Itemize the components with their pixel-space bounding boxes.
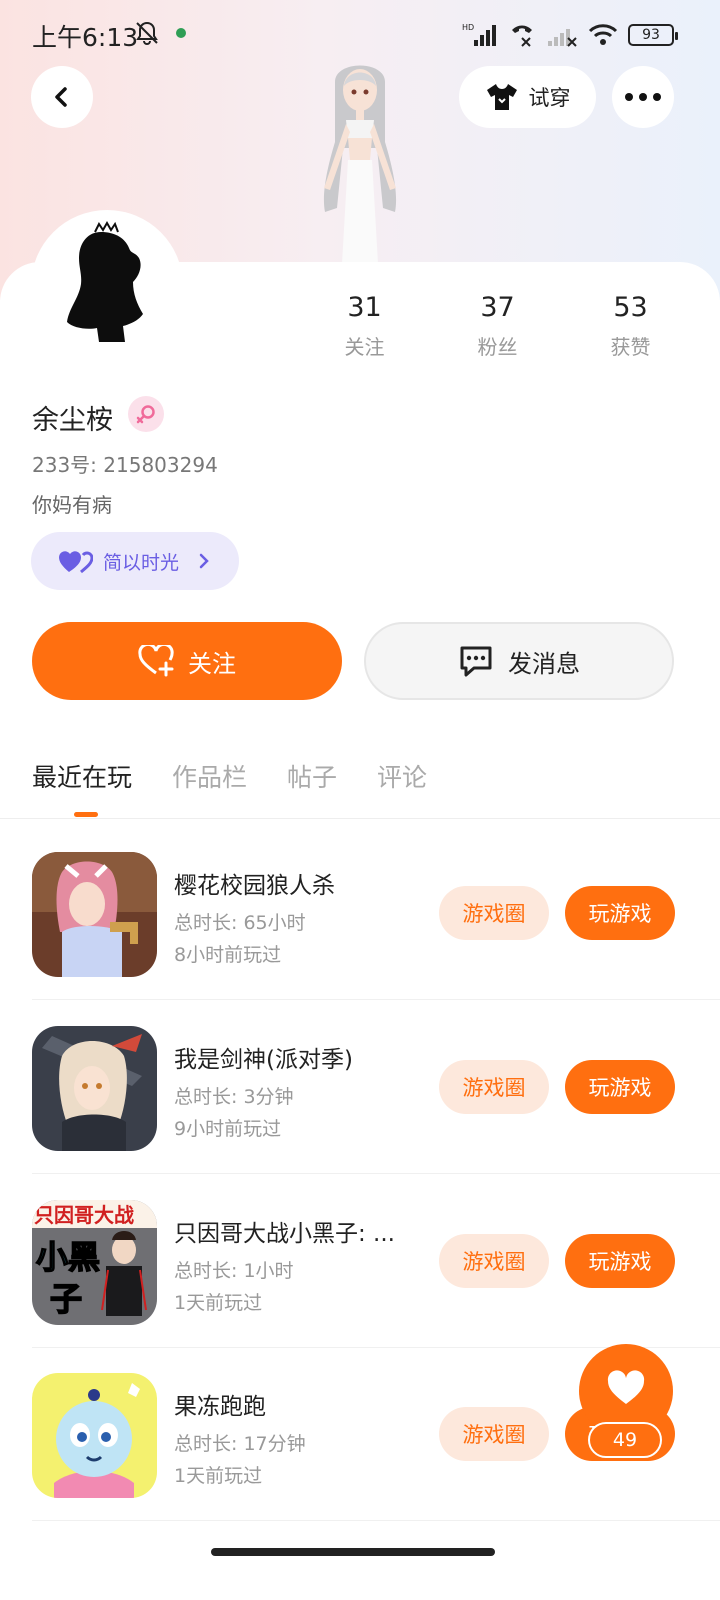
- send-message-label: 发消息: [508, 649, 580, 678]
- signal-weak-icon: [548, 29, 577, 47]
- user-bio: 你妈有病: [32, 493, 112, 517]
- avatar-silhouette-icon: [67, 220, 143, 342]
- game-circle-button[interactable]: 游戏圈: [439, 1234, 549, 1288]
- row-divider: [32, 1520, 720, 1521]
- game-duration: 总时长: 1小时: [174, 1260, 294, 1282]
- chat-bubble-icon: [460, 646, 492, 677]
- active-tab-indicator: [74, 812, 98, 817]
- stat-followers[interactable]: 37 粉丝: [431, 292, 564, 360]
- play-game-button[interactable]: 玩游戏: [565, 1060, 675, 1114]
- game-icon[interactable]: [32, 1373, 157, 1498]
- follow-label: 关注: [188, 649, 236, 678]
- stat-value: 53: [613, 292, 648, 323]
- game-last-played: 1天前玩过: [174, 1292, 263, 1314]
- home-indicator[interactable]: [211, 1548, 495, 1556]
- battery-icon: 93: [628, 24, 678, 46]
- game-title: 我是剑神(派对季): [174, 1047, 353, 1073]
- tabs-divider: [0, 818, 720, 819]
- avatar-3d-figure[interactable]: [280, 52, 440, 264]
- game-duration: 总时长: 17分钟: [174, 1433, 306, 1455]
- svg-text:只因哥大战: 只因哥大战: [34, 1203, 134, 1227]
- back-button[interactable]: [31, 66, 93, 128]
- female-icon: [136, 405, 155, 424]
- play-game-button[interactable]: 玩游戏: [565, 886, 675, 940]
- try-on-button[interactable]: 试穿: [459, 66, 596, 128]
- send-message-button[interactable]: 发消息: [364, 622, 674, 700]
- heart-icon: [607, 1370, 645, 1404]
- heart-plus-icon: [138, 645, 174, 677]
- game-title: 果冻跑跑: [174, 1394, 266, 1420]
- game-artwork-icon: [32, 1373, 157, 1498]
- stat-likes[interactable]: 53 获赞: [564, 292, 697, 360]
- like-count-badge: 49: [588, 1422, 662, 1458]
- tab-comments[interactable]: 评论: [377, 758, 427, 794]
- game-list-item[interactable]: 樱花校园狼人杀 总时长: 65小时 8小时前玩过 游戏圈 玩游戏: [0, 826, 720, 1000]
- try-on-label: 试穿: [528, 86, 571, 110]
- game-list-item[interactable]: 只因哥大战 小黑 子 只因哥大战小黑子: ... 总时长: 1小时 1天前玩过 …: [0, 1174, 720, 1348]
- signal-hd-icon: HD: [462, 23, 496, 46]
- game-last-played: 8小时前玩过: [174, 944, 282, 966]
- profile-tabs: 最近在玩 作品栏 帖子 评论: [32, 758, 427, 794]
- game-duration: 总时长: 3分钟: [174, 1086, 294, 1108]
- guild-name: 简以时光: [103, 551, 180, 574]
- user-avatar[interactable]: [31, 210, 183, 362]
- game-circle-button[interactable]: 游戏圈: [439, 1407, 549, 1461]
- double-heart-icon: [59, 551, 93, 574]
- mute-bell-icon: [136, 21, 158, 45]
- follow-button[interactable]: 关注: [32, 622, 342, 700]
- user-id: 233号: 215803294: [32, 453, 218, 477]
- play-game-button[interactable]: 玩游戏: [565, 1234, 675, 1288]
- game-title: 只因哥大战小黑子: ...: [174, 1221, 395, 1247]
- username: 余尘桉: [32, 405, 113, 436]
- game-artwork-icon: [32, 852, 157, 977]
- game-duration: 总时长: 65小时: [174, 912, 306, 934]
- game-title: 樱花校园狼人杀: [174, 873, 335, 899]
- tab-recently-played[interactable]: 最近在玩: [32, 758, 132, 794]
- tab-posts[interactable]: 帖子: [287, 758, 337, 794]
- chevron-left-icon: [55, 87, 67, 107]
- more-dots-icon: [625, 93, 661, 101]
- game-last-played: 1天前玩过: [174, 1465, 263, 1487]
- game-artwork-icon: 只因哥大战 小黑 子: [32, 1200, 157, 1325]
- tshirt-icon: [486, 84, 517, 110]
- status-icons: HD 93: [462, 20, 678, 50]
- svg-text:子: 子: [50, 1280, 82, 1318]
- game-last-played: 9小时前玩过: [174, 1118, 282, 1140]
- guild-chip[interactable]: 简以时光: [31, 532, 239, 590]
- stat-label: 获赞: [610, 335, 651, 359]
- stat-label: 关注: [344, 335, 385, 359]
- more-button[interactable]: [612, 66, 674, 128]
- wifi-icon: [588, 24, 618, 45]
- profile-stats: 31 关注 37 粉丝 53 获赞: [298, 292, 698, 360]
- game-icon[interactable]: 只因哥大战 小黑 子: [32, 1200, 157, 1325]
- game-icon[interactable]: [32, 1026, 157, 1151]
- call-off-icon: [512, 25, 532, 47]
- svg-text:HD: HD: [462, 23, 474, 32]
- privacy-dot-icon: [176, 28, 186, 38]
- game-circle-button[interactable]: 游戏圈: [439, 886, 549, 940]
- game-list-item[interactable]: 我是剑神(派对季) 总时长: 3分钟 9小时前玩过 游戏圈 玩游戏: [0, 1000, 720, 1174]
- chevron-right-icon: [199, 553, 209, 569]
- stat-value: 37: [480, 292, 515, 323]
- tab-works[interactable]: 作品栏: [172, 758, 247, 794]
- status-time: 上午6:13: [32, 23, 139, 52]
- game-circle-button[interactable]: 游戏圈: [439, 1060, 549, 1114]
- stat-value: 31: [347, 292, 382, 323]
- game-artwork-icon: [32, 1026, 157, 1151]
- svg-text:小黑: 小黑: [36, 1238, 100, 1276]
- stat-label: 粉丝: [477, 335, 518, 359]
- gender-female-badge: [128, 396, 164, 432]
- game-icon[interactable]: [32, 852, 157, 977]
- stat-following[interactable]: 31 关注: [298, 292, 431, 360]
